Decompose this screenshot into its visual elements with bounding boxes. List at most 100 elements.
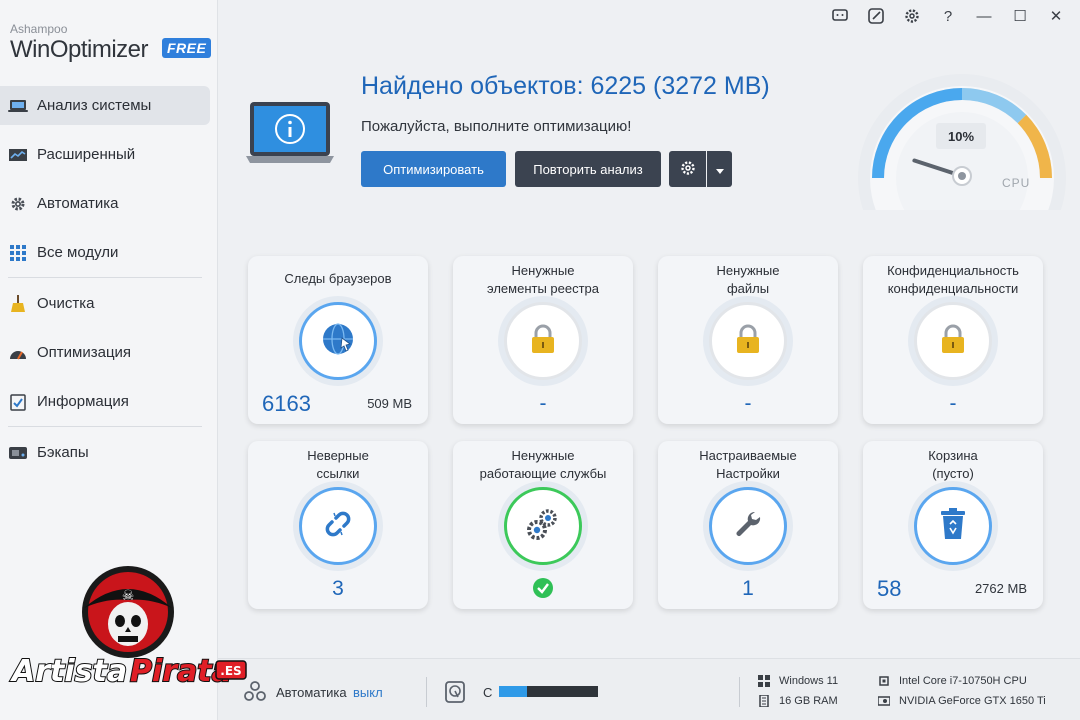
card-title: Конфиденциальность конфиденциальности xyxy=(887,263,1019,296)
card-browser-traces[interactable]: Следы браузеров 6163 509 MB xyxy=(248,256,428,424)
drive-usage-bar xyxy=(499,686,598,697)
card-title: Ненужные работающие службы xyxy=(479,448,607,481)
drive-icon xyxy=(8,445,28,461)
page-title: Найдено объектов: 6225 (3272 MB) xyxy=(361,72,770,100)
status-bar: Автоматика выкл C Windows 11 16 GB RAM I… xyxy=(218,658,1080,720)
card-running-services[interactable]: Ненужные работающие службы xyxy=(453,441,633,609)
sidebar-item-information[interactable]: Информация xyxy=(0,382,210,421)
card-count: 58 xyxy=(877,576,902,601)
sidebar-item-label: Все модули xyxy=(37,244,119,261)
card-icon-ring xyxy=(299,487,377,565)
sidebar-item-label: Автоматика xyxy=(37,195,119,212)
gpu-info: NVIDIA GeForce GTX 1650 Ti xyxy=(878,695,1046,707)
drive-usage-fill xyxy=(499,686,527,697)
card-value: 1 xyxy=(742,577,754,600)
disk-icon xyxy=(444,681,466,708)
card-title: Настраиваемые Настройки xyxy=(699,448,797,481)
check-icon xyxy=(532,578,554,604)
card-custom-settings[interactable]: Настраиваемые Настройки 1 xyxy=(658,441,838,609)
card-title: Следы браузеров xyxy=(284,271,392,286)
watermark-suffix: .ES xyxy=(220,664,241,678)
settings-icon[interactable] xyxy=(902,6,922,26)
lock-icon xyxy=(937,323,969,360)
card-registry-items[interactable]: Ненужные элементы реестра - xyxy=(453,256,633,424)
wrench-icon xyxy=(733,509,763,544)
gears-icon xyxy=(525,506,561,547)
optimize-button[interactable]: Оптимизировать xyxy=(361,151,506,187)
gpu-icon xyxy=(878,695,890,707)
brand-name: WinOptimizer xyxy=(10,36,149,63)
window-controls: ? — ☐ ✕ xyxy=(830,6,1066,26)
cpu-name: Intel Core i7-10750H CPU xyxy=(899,675,1027,687)
card-title: Неверные ссылки xyxy=(307,448,369,481)
laptop-icon xyxy=(8,98,28,114)
card-broken-links[interactable]: Неверные ссылки 3 xyxy=(248,441,428,609)
watermark-logo: ☠ Artista Pirata .ES xyxy=(0,564,260,714)
card-title: Ненужные файлы xyxy=(716,263,780,296)
broken-link-icon xyxy=(323,509,353,544)
globe-icon xyxy=(321,322,355,361)
sidebar-item-advanced[interactable]: Расширенный xyxy=(0,135,210,174)
laptop-info-illustration xyxy=(246,100,336,171)
cpu-gauge: 10% CPU xyxy=(852,70,1072,282)
card-size: 2762 MB xyxy=(974,581,1027,596)
card-icon-ring xyxy=(709,487,787,565)
sidebar-item-label: Оптимизация xyxy=(37,344,132,361)
status-divider xyxy=(739,677,740,707)
sidebar-item-label: Бэкапы xyxy=(37,444,89,461)
card-title: Корзина (пусто) xyxy=(928,448,978,481)
sidebar-item-label: Информация xyxy=(37,393,129,410)
card-icon-ring xyxy=(504,487,582,565)
sidebar-divider xyxy=(8,426,202,427)
sidebar-divider xyxy=(8,277,202,278)
speedometer-icon xyxy=(8,345,28,361)
os-info: Windows 11 xyxy=(758,675,838,687)
rescan-button[interactable]: Повторить анализ xyxy=(515,151,661,187)
edition-badge: FREE xyxy=(162,38,212,58)
gear-icon xyxy=(680,160,696,179)
card-size: 509 MB xyxy=(367,396,412,411)
os-name: Windows 11 xyxy=(779,675,839,687)
card-value: - xyxy=(949,392,957,415)
card-icon-ring xyxy=(299,302,377,380)
card-value: - xyxy=(744,392,752,415)
card-junk-files[interactable]: Ненужные файлы - xyxy=(658,256,838,424)
card-privacy[interactable]: Конфиденциальность конфиденциальности - xyxy=(863,256,1043,424)
help-icon[interactable]: ? xyxy=(938,6,958,26)
svg-text:☠: ☠ xyxy=(122,588,135,604)
gauge-value: 10% xyxy=(948,129,974,144)
card-recycle-bin[interactable]: Корзина (пусто) 58 2762 MB xyxy=(863,441,1043,609)
gauge-label: CPU xyxy=(1002,176,1030,190)
chart-icon xyxy=(8,147,28,163)
automation-label: Автоматика xyxy=(276,685,347,700)
windows-icon xyxy=(758,675,770,687)
sidebar-item-optimization[interactable]: Оптимизация xyxy=(0,333,210,372)
feedback-icon[interactable] xyxy=(830,6,850,26)
sidebar-item-label: Анализ системы xyxy=(37,97,152,114)
lock-icon xyxy=(732,323,764,360)
sidebar-item-system-analysis[interactable]: Анализ системы xyxy=(0,86,210,125)
minimize-icon[interactable]: — xyxy=(974,6,994,26)
card-value: 3 xyxy=(332,577,344,600)
cog-icon xyxy=(8,196,28,212)
lock-icon xyxy=(527,323,559,360)
sidebar-item-all-modules[interactable]: Все модули xyxy=(0,233,210,272)
recycle-bin-icon xyxy=(939,507,967,545)
sidebar-item-backups[interactable]: Бэкапы xyxy=(0,433,210,472)
maximize-icon[interactable]: ☐ xyxy=(1010,6,1030,26)
drive-label: C xyxy=(483,685,493,700)
sidebar-item-automation[interactable]: Автоматика xyxy=(0,184,210,223)
skin-icon[interactable] xyxy=(866,6,886,26)
brand-small: Ashampoo xyxy=(10,22,68,36)
scan-settings-button[interactable] xyxy=(669,151,706,187)
cpu-icon xyxy=(878,675,890,687)
watermark-text-a: Artista xyxy=(10,654,127,689)
status-check xyxy=(453,577,633,605)
close-icon[interactable]: ✕ xyxy=(1046,6,1066,26)
checklist-icon xyxy=(8,393,28,411)
ram-info: 16 GB RAM xyxy=(758,695,838,707)
scan-options-dropdown[interactable] xyxy=(707,151,732,187)
sidebar-item-cleanup[interactable]: Очистка xyxy=(0,284,210,323)
automation-toggle[interactable]: выкл xyxy=(353,685,383,700)
card-icon-ring xyxy=(504,302,582,380)
